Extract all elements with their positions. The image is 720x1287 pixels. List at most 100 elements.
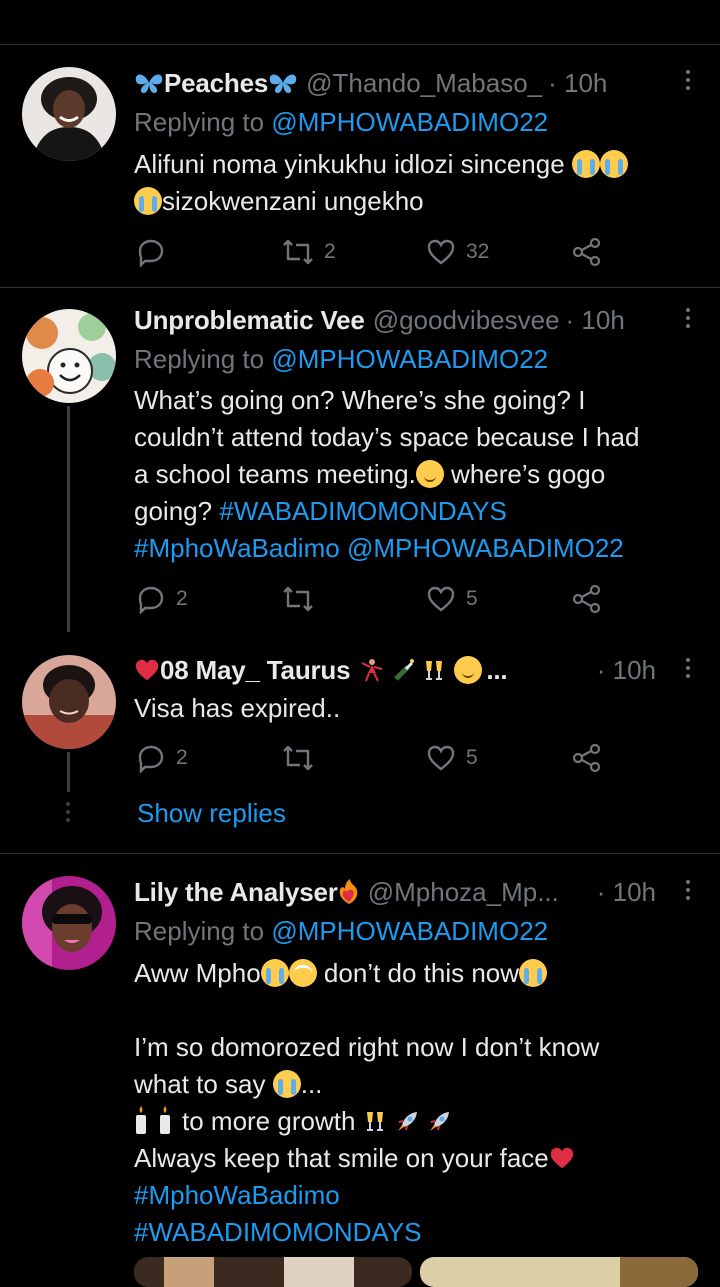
like-button[interactable]: 5 — [426, 584, 478, 614]
avatar-image — [22, 309, 116, 403]
crying-face-icon — [134, 187, 162, 215]
champagne-bottle-icon — [394, 659, 415, 681]
crying-face-icon — [260, 959, 289, 987]
divider — [0, 853, 720, 854]
mention-link[interactable]: @MPHOWABADIMO22 — [271, 344, 548, 374]
candle-icon — [160, 1106, 170, 1134]
share-button[interactable] — [572, 237, 602, 267]
more-icon[interactable] — [684, 308, 692, 328]
more-icon[interactable] — [684, 880, 692, 900]
display-name[interactable]: Unproblematic Vee — [134, 305, 365, 336]
butterfly-icon — [135, 74, 163, 93]
hashtag-link[interactable]: #MphoWaBadimo — [134, 1180, 340, 1210]
tweet-header: Lily the Analyser @Mphoza_Mp... — [134, 877, 674, 907]
display-name[interactable]: Peaches — [164, 68, 268, 99]
hashtag-link[interactable]: #WABADIMOMONDAYS — [219, 496, 506, 526]
retweet-button[interactable]: 2 — [282, 237, 336, 267]
reply-icon — [138, 239, 164, 267]
divider — [0, 287, 720, 288]
text-line: ... — [300, 1069, 323, 1099]
like-count: 5 — [466, 746, 478, 769]
like-button[interactable]: 32 — [426, 237, 489, 267]
avatar-image — [22, 876, 116, 970]
retweet-button[interactable] — [282, 743, 314, 773]
heart-icon — [427, 586, 455, 612]
share-button[interactable] — [572, 743, 602, 773]
handle[interactable]: @Mphoza_Mp... — [368, 877, 559, 908]
mention-link[interactable]: @MPHOWABADIMO22 — [271, 107, 548, 137]
reply-button[interactable]: 2 — [136, 584, 188, 614]
retweet-icon — [283, 586, 313, 612]
hashtag-link[interactable]: #WABADIMOMONDAYS — [134, 1217, 421, 1247]
avatar[interactable] — [22, 655, 116, 749]
thread-line — [67, 752, 70, 792]
mention-link[interactable]: @MPHOWABADIMO22 — [271, 916, 548, 946]
name-ellipsis: ... — [486, 654, 508, 685]
clinking-glasses-icon — [426, 661, 443, 680]
tweet-actions: 2 32 — [134, 237, 604, 267]
replying-label: Replying to — [134, 916, 272, 946]
text-line: What’s going on? Where’s she going? I — [134, 385, 586, 415]
like-count: 32 — [466, 240, 490, 263]
timestamp[interactable]: · 10h — [597, 877, 656, 908]
text-line: what to say — [134, 1069, 273, 1099]
timestamp[interactable]: · 10h — [548, 68, 607, 99]
like-count: 5 — [466, 587, 478, 610]
timestamp[interactable]: · 10h — [566, 305, 625, 336]
retweet-button[interactable] — [282, 584, 314, 614]
heart-icon — [427, 745, 455, 771]
replying-label: Replying to — [134, 344, 272, 374]
media-image[interactable] — [420, 1257, 698, 1287]
text-line: Alifuni noma yinkukhu idlozi sincenge — [134, 149, 565, 179]
tweet-text: Alifuni noma yinkukhu idlozi sincenge si… — [134, 146, 704, 220]
more-icon[interactable] — [684, 658, 692, 678]
share-button[interactable] — [572, 584, 602, 614]
media-image-content — [420, 1257, 698, 1287]
handle[interactable]: @Thando_Mabaso_ — [306, 68, 542, 99]
text-line: I’m so domorozed right now I don’t know — [134, 1032, 600, 1062]
reply-button[interactable]: 2 — [136, 743, 188, 773]
partying-face-icon — [454, 656, 483, 684]
more-icon[interactable] — [684, 70, 692, 90]
text-line: couldn’t attend today’s space because I … — [134, 422, 640, 452]
butterfly-icon — [269, 74, 297, 93]
reply-count: 2 — [176, 746, 188, 769]
crying-face-icon — [272, 1070, 301, 1098]
avatar[interactable] — [22, 876, 116, 970]
red-heart-icon — [550, 1147, 573, 1169]
text-line: sizokwenzani ungekho — [162, 186, 424, 216]
text-line: going? — [134, 496, 220, 526]
rocket-icon — [397, 1112, 417, 1131]
tweet-actions: 2 5 — [134, 584, 604, 614]
text-line: a school teams meeting. — [134, 459, 416, 489]
red-heart-icon — [135, 659, 159, 681]
candle-icon — [136, 1106, 146, 1134]
text-line: Aww Mpho — [134, 958, 261, 988]
like-button[interactable]: 5 — [426, 743, 478, 773]
display-name[interactable]: Lily the Analyser — [134, 877, 338, 908]
slightly-smiling-face-icon — [415, 460, 444, 488]
replying-to: Replying to @MPHOWABADIMO22 — [134, 916, 548, 947]
avatar[interactable] — [22, 67, 116, 161]
tweet-header: Peaches @Thando_Mabaso_ · 10h — [134, 68, 674, 98]
show-replies-link[interactable]: Show replies — [137, 798, 286, 829]
rocket-icon — [429, 1112, 449, 1131]
replying-label: Replying to — [134, 107, 272, 137]
timestamp[interactable]: · 10h — [597, 655, 656, 686]
crying-face-icon — [599, 150, 628, 178]
heart-icon — [427, 239, 455, 265]
text-line: Always keep that smile on your face — [134, 1143, 549, 1173]
top-divider — [0, 44, 720, 45]
hashtag-link[interactable]: #MphoWaBadimo — [134, 533, 340, 563]
mention-link[interactable]: @MPHOWABADIMO22 — [347, 533, 624, 563]
text-line: where’s gogo — [443, 459, 606, 489]
avatar[interactable] — [22, 309, 116, 403]
reply-icon — [138, 745, 164, 773]
tweet-actions: 2 5 — [134, 743, 604, 773]
media-image[interactable] — [134, 1257, 412, 1287]
reply-button[interactable] — [136, 237, 166, 267]
clinking-glasses-icon — [366, 1112, 383, 1131]
handle[interactable]: @goodvibesvee — [373, 305, 560, 336]
text-line: Visa has expired.. — [134, 693, 341, 723]
display-name[interactable]: 08 May_ Taurus — [160, 655, 351, 686]
